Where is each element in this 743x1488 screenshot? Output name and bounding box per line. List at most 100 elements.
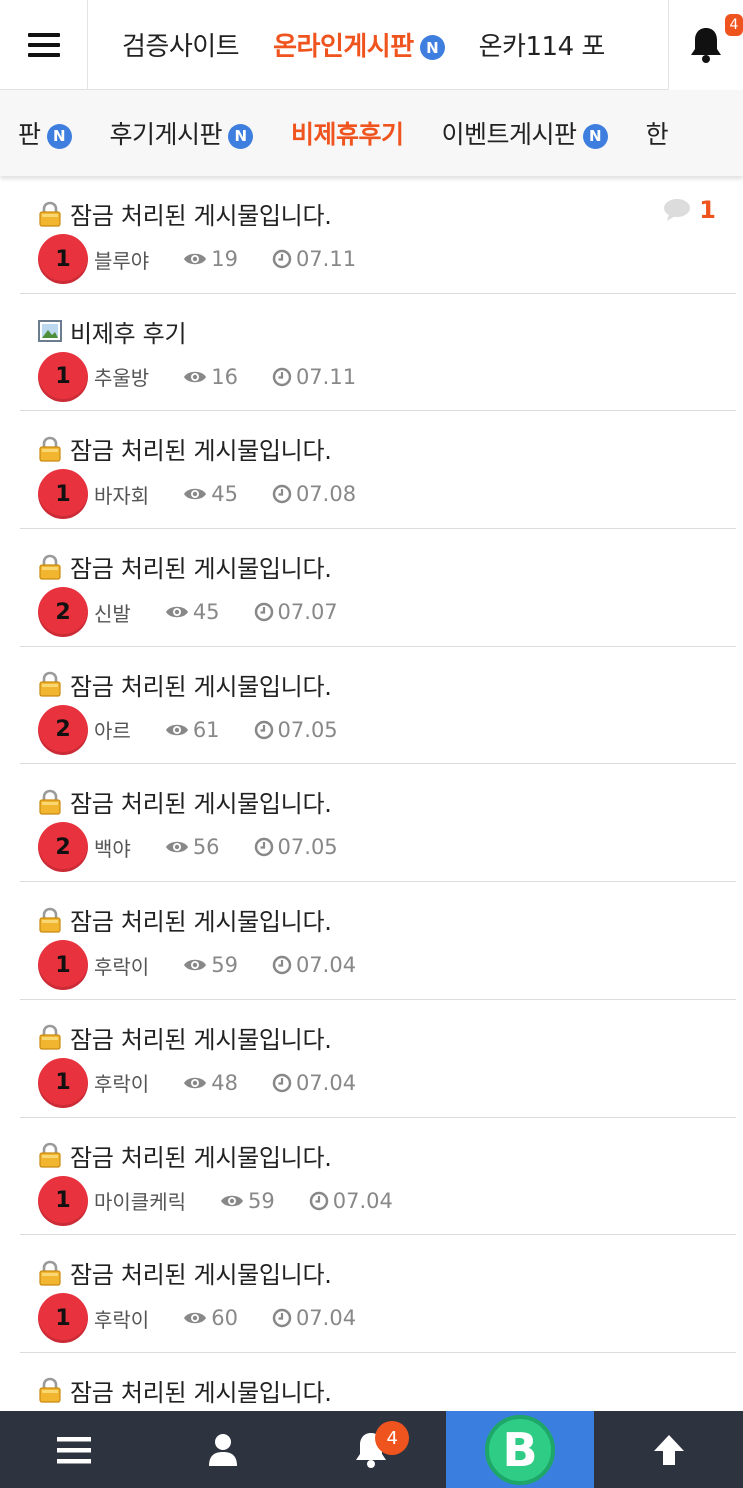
post-row[interactable]: 잠금 처리된 게시물입니다. 1 바자회 45 07.08 bbox=[20, 411, 736, 530]
lock-icon bbox=[39, 1025, 61, 1050]
post-title-row[interactable]: 잠금 처리된 게시물입니다. bbox=[38, 1138, 332, 1173]
post-author[interactable]: 후락이 bbox=[94, 951, 149, 980]
clock-icon bbox=[272, 485, 292, 504]
new-badge: N bbox=[419, 35, 445, 60]
top-nav-item-online-board[interactable]: 온라인게시판 N bbox=[273, 26, 445, 63]
post-title-row[interactable]: 잠금 처리된 게시물입니다. bbox=[38, 549, 332, 584]
post-title-row[interactable]: 잠금 처리된 게시물입니다. bbox=[38, 667, 332, 702]
post-author[interactable]: 신발 bbox=[94, 598, 131, 627]
post-title[interactable]: 잠금 처리된 게시물입니다. bbox=[70, 902, 332, 937]
post-title-row[interactable]: 잠금 처리된 게시물입니다. bbox=[38, 1255, 332, 1290]
post-title[interactable]: 잠금 처리된 게시물입니다. bbox=[70, 196, 332, 231]
eye-icon bbox=[184, 959, 207, 971]
post-title[interactable]: 잠금 처리된 게시물입니다. bbox=[70, 784, 332, 819]
sub-nav-item-reviews[interactable]: 후기게시판 N bbox=[110, 115, 254, 151]
post-row[interactable]: 잠금 처리된 게시물입니다. 2 아르 61 07.05 bbox=[20, 647, 736, 765]
post-title[interactable]: 잠금 처리된 게시물입니다. bbox=[70, 667, 332, 702]
post-title[interactable]: 잠금 처리된 게시물입니다. bbox=[70, 549, 332, 584]
views-value: 45 bbox=[192, 600, 220, 625]
post-title-row[interactable]: 잠금 처리된 게시물입니다. bbox=[38, 902, 332, 937]
post-meta: 1 블루야 19 07.11 bbox=[38, 234, 390, 284]
post-author[interactable]: 아르 bbox=[94, 715, 131, 744]
sub-nav-item-label: 이벤트게시판 bbox=[441, 120, 578, 149]
post-row[interactable]: 잠금 처리된 게시물입니다. 2 백야 56 07.05 bbox=[20, 764, 736, 883]
bottom-menu-button[interactable] bbox=[0, 1411, 149, 1488]
eye-icon bbox=[221, 1195, 243, 1206]
clock-icon bbox=[272, 1073, 292, 1093]
new-badge: N bbox=[582, 123, 608, 149]
views-value: 16 bbox=[211, 364, 238, 389]
post-row[interactable]: 잠금 처리된 게시물입니다. 2 신발 45 07.07 bbox=[20, 529, 736, 647]
post-author[interactable]: 추울방 bbox=[94, 362, 149, 391]
post-title-row[interactable]: 잠금 처리된 게시물입니다. bbox=[38, 784, 332, 819]
clock-icon bbox=[254, 838, 273, 857]
post-title[interactable]: 잠금 처리된 게시물입니다. bbox=[70, 1138, 332, 1173]
notification-button[interactable]: 4 bbox=[668, 0, 743, 90]
clock-icon bbox=[272, 249, 292, 269]
brand-home-button[interactable]: B bbox=[445, 1411, 595, 1488]
sub-nav-item-partial[interactable]: 판 N bbox=[18, 115, 72, 151]
post-author[interactable]: 후락이 bbox=[94, 1068, 149, 1097]
views-value: 59 bbox=[248, 1188, 275, 1213]
post-title[interactable]: 잠금 처리된 게시물입니다. bbox=[70, 1020, 332, 1055]
post-title[interactable]: 잠금 처리된 게시물입니다. bbox=[70, 431, 332, 466]
views-stat: 45 bbox=[183, 482, 238, 506]
views-stat: 48 bbox=[183, 1071, 238, 1095]
post-row[interactable]: 비제후 후기 1 추울방 16 07.11 bbox=[20, 294, 736, 412]
clock-icon bbox=[254, 602, 273, 622]
level-badge: 1 bbox=[38, 234, 88, 284]
top-nav-item-onca114[interactable]: 온카114 포 bbox=[478, 26, 606, 63]
views-stat: 45 bbox=[165, 600, 220, 624]
post-title[interactable]: 잠금 처리된 게시물입니다. bbox=[70, 1373, 332, 1408]
post-title-row[interactable]: 잠금 처리된 게시물입니다. bbox=[38, 196, 332, 231]
date-value: 07.05 bbox=[277, 717, 338, 742]
eye-icon bbox=[184, 253, 207, 265]
post-author[interactable]: 후락이 bbox=[94, 1304, 149, 1333]
post-meta: 2 아르 61 07.05 bbox=[38, 704, 372, 755]
eye-icon bbox=[184, 1312, 207, 1324]
post-row[interactable]: 잠금 처리된 게시물입니다. 1 후락이 59 07.04 bbox=[20, 882, 736, 1000]
views-value: 19 bbox=[211, 247, 238, 271]
post-title[interactable]: 비제후 후기 bbox=[70, 314, 187, 349]
views-value: 61 bbox=[192, 717, 220, 742]
sub-nav-item-events[interactable]: 이벤트게시판 N bbox=[442, 115, 608, 151]
profile-button[interactable] bbox=[149, 1411, 298, 1488]
date-value: 07.04 bbox=[295, 1070, 357, 1095]
clock-icon bbox=[272, 367, 292, 386]
views-value: 60 bbox=[211, 1306, 238, 1331]
menu-button[interactable] bbox=[0, 0, 88, 90]
post-title-row[interactable]: 비제후 후기 bbox=[38, 314, 187, 349]
sub-nav-item-partial-right[interactable]: 한 bbox=[646, 115, 669, 151]
bottom-notification-button[interactable]: 4 bbox=[297, 1411, 446, 1488]
post-author[interactable]: 바자회 bbox=[94, 480, 149, 509]
date-stat: 07.04 bbox=[272, 1306, 356, 1330]
top-nav-item-verify[interactable]: 검증사이트 bbox=[122, 26, 240, 63]
post-title-row[interactable]: 잠금 처리된 게시물입니다. bbox=[38, 1020, 332, 1055]
post-title-row[interactable]: 잠금 처리된 게시물입니다. bbox=[38, 431, 332, 466]
post-author[interactable]: 블루야 bbox=[94, 245, 149, 274]
post-title[interactable]: 잠금 처리된 게시물입니다. bbox=[70, 1255, 332, 1290]
post-author[interactable]: 백야 bbox=[94, 833, 131, 862]
post-title-row[interactable]: 잠금 처리된 게시물입니다. bbox=[38, 1373, 332, 1408]
date-stat: 07.11 bbox=[272, 247, 356, 271]
top-nav-item-label: 온카114 포 bbox=[478, 32, 606, 62]
sub-nav-item-nonpartner-reviews[interactable]: 비제휴후기 bbox=[291, 115, 404, 151]
views-value: 59 bbox=[211, 953, 238, 978]
lock-icon bbox=[39, 1378, 61, 1403]
clock-icon bbox=[272, 955, 292, 975]
image-icon bbox=[38, 320, 62, 343]
level-badge: 1 bbox=[38, 469, 88, 520]
post-row[interactable]: 잠금 처리된 게시물입니다. 1 1 블루야 19 07.11 bbox=[20, 176, 736, 294]
new-badge: N bbox=[228, 123, 254, 149]
post-meta: 1 후락이 59 07.04 bbox=[38, 940, 390, 991]
sub-nav-item-label: 후기게시판 bbox=[109, 120, 223, 149]
post-row[interactable]: 잠금 처리된 게시물입니다. 1 후락이 48 07.04 bbox=[20, 1000, 736, 1118]
level-badge: 1 bbox=[38, 1175, 88, 1226]
post-row[interactable]: 잠금 처리된 게시물입니다. 1 후락이 60 07.04 bbox=[20, 1235, 736, 1353]
hamburger-icon bbox=[57, 1436, 92, 1463]
date-value: 07.05 bbox=[277, 835, 338, 860]
post-author[interactable]: 마이클케릭 bbox=[94, 1186, 186, 1215]
post-meta: 1 바자회 45 07.08 bbox=[38, 469, 390, 520]
post-row[interactable]: 잠금 처리된 게시물입니다. 1 마이클케릭 59 07.04 bbox=[20, 1118, 736, 1236]
scroll-top-button[interactable] bbox=[594, 1411, 743, 1488]
